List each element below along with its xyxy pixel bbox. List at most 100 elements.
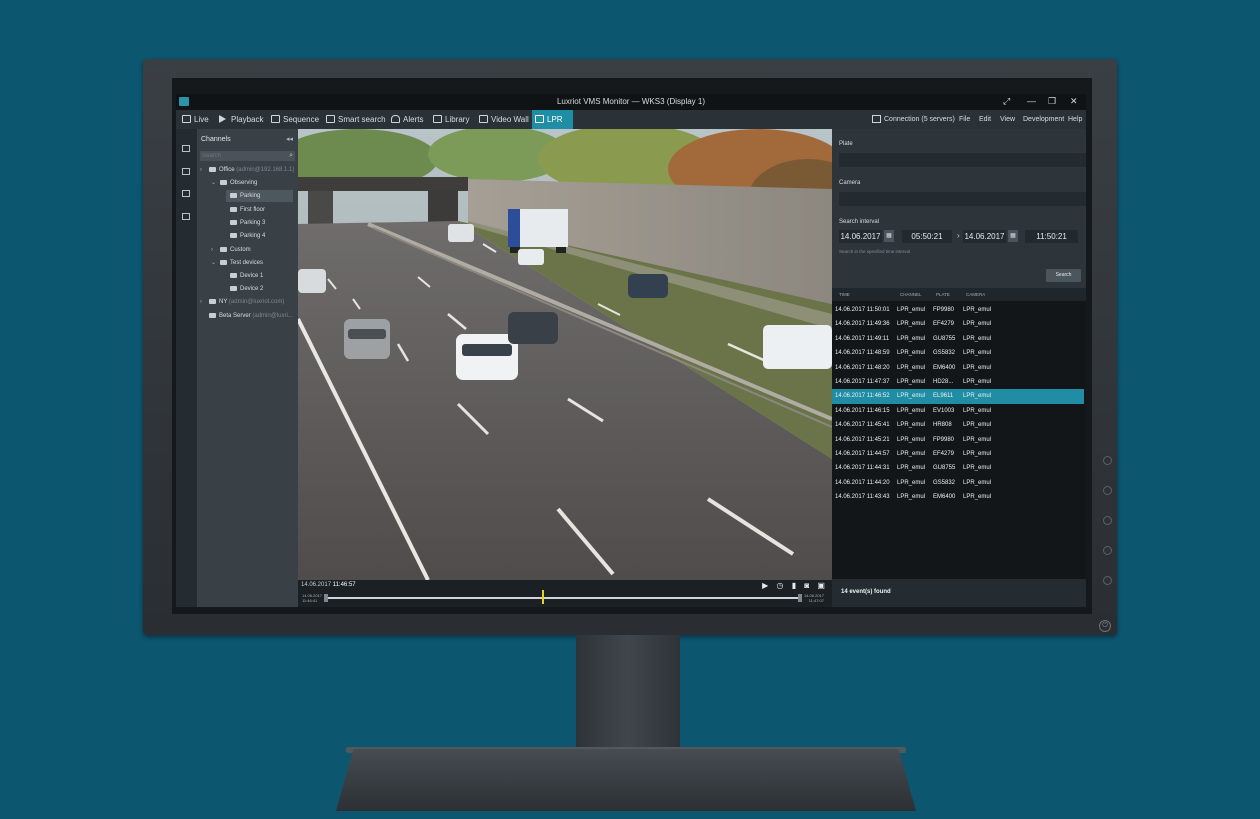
table-row[interactable]: 14.06.2017 11:43:43 LPR_emul EM6400 LPR_emu… xyxy=(832,490,1084,504)
column-header-time[interactable]: TIME xyxy=(839,292,850,297)
monitor-side-button[interactable] xyxy=(1103,456,1112,465)
tab-lpr[interactable]: LPR xyxy=(532,110,573,129)
table-row[interactable]: 14.06.2017 11:44:31 LPR_emul GU8755 LPR_emu… xyxy=(832,461,1084,475)
tab-label: Alerts xyxy=(403,115,424,124)
camera-input[interactable] xyxy=(839,192,1086,206)
tree-item-custom[interactable]: › Custom xyxy=(211,244,251,256)
tab-smart-search[interactable]: Smart search xyxy=(323,110,386,129)
tree-label: Observing xyxy=(230,180,258,186)
column-header-channel[interactable]: CHANNEL xyxy=(900,292,922,297)
server-icon xyxy=(209,166,216,172)
monitor-side-button[interactable] xyxy=(1103,486,1112,495)
table-row[interactable]: 14.06.2017 11:49:36 LPR_emul EF4279 LPR_emu… xyxy=(832,317,1084,331)
menu-view[interactable]: View xyxy=(1000,110,1015,129)
menu-development[interactable]: Development xyxy=(1023,110,1064,129)
calendar-icon[interactable]: ▦ xyxy=(1008,230,1018,242)
expand-arrow-icon[interactable]: ⌄ xyxy=(211,257,220,269)
monitor-side-button[interactable] xyxy=(1103,546,1112,555)
search-icon[interactable]: ⌕ xyxy=(289,152,293,160)
expand-arrow-icon[interactable]: › xyxy=(211,244,220,256)
to-date-field[interactable]: 14.06.2017 xyxy=(963,230,1006,243)
cell-channel: LPR_emul xyxy=(897,451,926,457)
fullscreen-icon[interactable]: ⤢ xyxy=(1003,96,1010,107)
monitor-side-button[interactable] xyxy=(1103,516,1112,525)
grid-icon[interactable] xyxy=(182,145,190,152)
range-arrow: › xyxy=(957,231,960,240)
tree-label: NY xyxy=(219,299,228,305)
tree-item-device-1[interactable]: Device 1 xyxy=(230,270,263,282)
tab-video-wall[interactable]: Video Wall xyxy=(476,110,529,129)
connection-menu[interactable]: Connection (5 servers) xyxy=(872,110,955,129)
tab-sequence[interactable]: Sequence xyxy=(268,110,319,129)
tab-library[interactable]: Library xyxy=(430,110,469,129)
expand-arrow-icon[interactable]: › xyxy=(200,164,209,176)
table-row[interactable]: 14.06.2017 11:50:01 LPR_emul FP9980 LPR_emu… xyxy=(832,303,1084,317)
from-date-field[interactable]: 14.06.2017 xyxy=(839,230,882,243)
timeline-end-handle[interactable] xyxy=(798,594,802,602)
tree-item-parking[interactable]: Parking xyxy=(226,190,293,202)
table-row[interactable]: 14.06.2017 11:44:20 LPR_emul GS5832 LPR_emu… xyxy=(832,476,1084,490)
cell-camera: LPR_emul xyxy=(963,393,992,400)
cell-plate: GS5832 xyxy=(933,350,956,357)
table-row[interactable]: 14.06.2017 11:48:20 LPR_emul EM6400 LPR_emu… xyxy=(832,361,1084,375)
expand-arrow-icon[interactable]: › xyxy=(200,296,209,308)
minimize-icon[interactable]: — xyxy=(1027,96,1036,106)
tree-item-beta-server[interactable]: Beta Server (admin@luxri... xyxy=(209,310,293,322)
tab-alerts[interactable]: Alerts xyxy=(388,110,423,129)
column-header-camera[interactable]: CAMERA xyxy=(966,292,985,297)
table-row[interactable]: 14.06.2017 11:49:11 LPR_emul GU8755 LPR_emu… xyxy=(832,332,1084,346)
server-icon xyxy=(209,312,216,318)
video-view[interactable] xyxy=(298,129,832,580)
video-frame-image xyxy=(298,129,832,580)
plate-input[interactable] xyxy=(839,153,1086,167)
tree-item-ny[interactable]: › NY (admin@luxriot.com) xyxy=(200,296,284,308)
camera-icon[interactable] xyxy=(182,168,190,175)
tree-sublabel: (admin@192.168.1.1) xyxy=(236,167,295,173)
cell-channel: LPR_emul xyxy=(897,307,926,313)
channels-search-input[interactable] xyxy=(200,151,295,161)
calendar-icon[interactable]: ▦ xyxy=(884,230,894,242)
playback-controls-icons[interactable]: ▶ ◷ ▮ ◙ ▣ xyxy=(762,581,828,590)
menu-file[interactable]: File xyxy=(959,110,970,129)
power-button-icon[interactable]: ⏻ xyxy=(1099,620,1111,632)
tab-playback[interactable]: Playback xyxy=(216,110,263,129)
cell-channel: LPR_emul xyxy=(897,364,926,371)
tree-item-test-devices[interactable]: ⌄ Test devices xyxy=(211,257,263,269)
timeline-position-marker[interactable] xyxy=(542,590,544,604)
tree-item-office[interactable]: › Office (admin@192.168.1.1) xyxy=(200,164,294,176)
table-row[interactable]: 14.06.2017 11:44:57 LPR_emul EF4279 LPR_emu… xyxy=(832,447,1084,461)
close-icon[interactable]: ✕ xyxy=(1070,96,1078,107)
column-header-plate[interactable]: PLATE xyxy=(936,292,950,297)
camera-icon xyxy=(230,272,237,278)
table-row[interactable]: 14.06.2017 11:48:59 LPR_emul GS5832 LPR_emu… xyxy=(832,346,1084,360)
restore-icon[interactable]: ❐ xyxy=(1048,96,1056,107)
timeline-track[interactable] xyxy=(328,597,802,599)
camera-label: Camera xyxy=(839,180,861,186)
collapse-panel-icon[interactable]: ◂◂ xyxy=(286,135,293,143)
table-row[interactable]: 14.06.2017 11:45:41 LPR_emul HR808 LPR_emul xyxy=(832,418,1084,432)
to-time-field[interactable]: 11:50:21 xyxy=(1025,230,1078,243)
table-row[interactable]: 14.06.2017 11:45:21 LPR_emul FP9980 LPR_emu… xyxy=(832,433,1084,447)
table-row[interactable]: 14.06.2017 11:46:15 LPR_emul EV1003 LPR_emu… xyxy=(832,404,1084,418)
tree-item-parking-4[interactable]: Parking 4 xyxy=(230,230,265,242)
tab-live[interactable]: Live xyxy=(179,110,209,129)
tree-label: Custom xyxy=(230,247,251,253)
channels-panel: Channels ◂◂ ⌕ › Office (admin@192.168.1.1… xyxy=(197,129,298,607)
results-header: TIME CHANNEL PLATE CAMERA xyxy=(832,288,1086,301)
table-row[interactable]: 14.06.2017 11:46:52 LPR_emul EL9611 LPR_emu… xyxy=(832,389,1084,404)
tree-item-observing[interactable]: ⌄ Observing xyxy=(211,177,257,189)
cell-time: 14.06.2017 11:50:01 xyxy=(835,307,890,313)
menu-help[interactable]: Help xyxy=(1068,110,1082,129)
from-time-field[interactable]: 05:50:21 xyxy=(902,230,952,243)
menu-edit[interactable]: Edit xyxy=(979,110,991,129)
monitor-side-button[interactable] xyxy=(1103,576,1112,585)
expand-arrow-icon[interactable]: ⌄ xyxy=(211,177,220,189)
table-row[interactable]: 14.06.2017 11:47:37 LPR_emul HD28... LPR_em… xyxy=(832,375,1084,389)
tree-label: Device 1 xyxy=(240,273,264,279)
map-icon[interactable] xyxy=(182,190,190,197)
search-button[interactable]: Search xyxy=(1046,269,1081,282)
layout-icon[interactable] xyxy=(182,213,190,220)
tree-item-parking-3[interactable]: Parking 3 xyxy=(230,217,265,229)
tree-item-first-floor[interactable]: First floor xyxy=(230,204,265,216)
tree-item-device-2[interactable]: Device 2 xyxy=(230,283,263,295)
